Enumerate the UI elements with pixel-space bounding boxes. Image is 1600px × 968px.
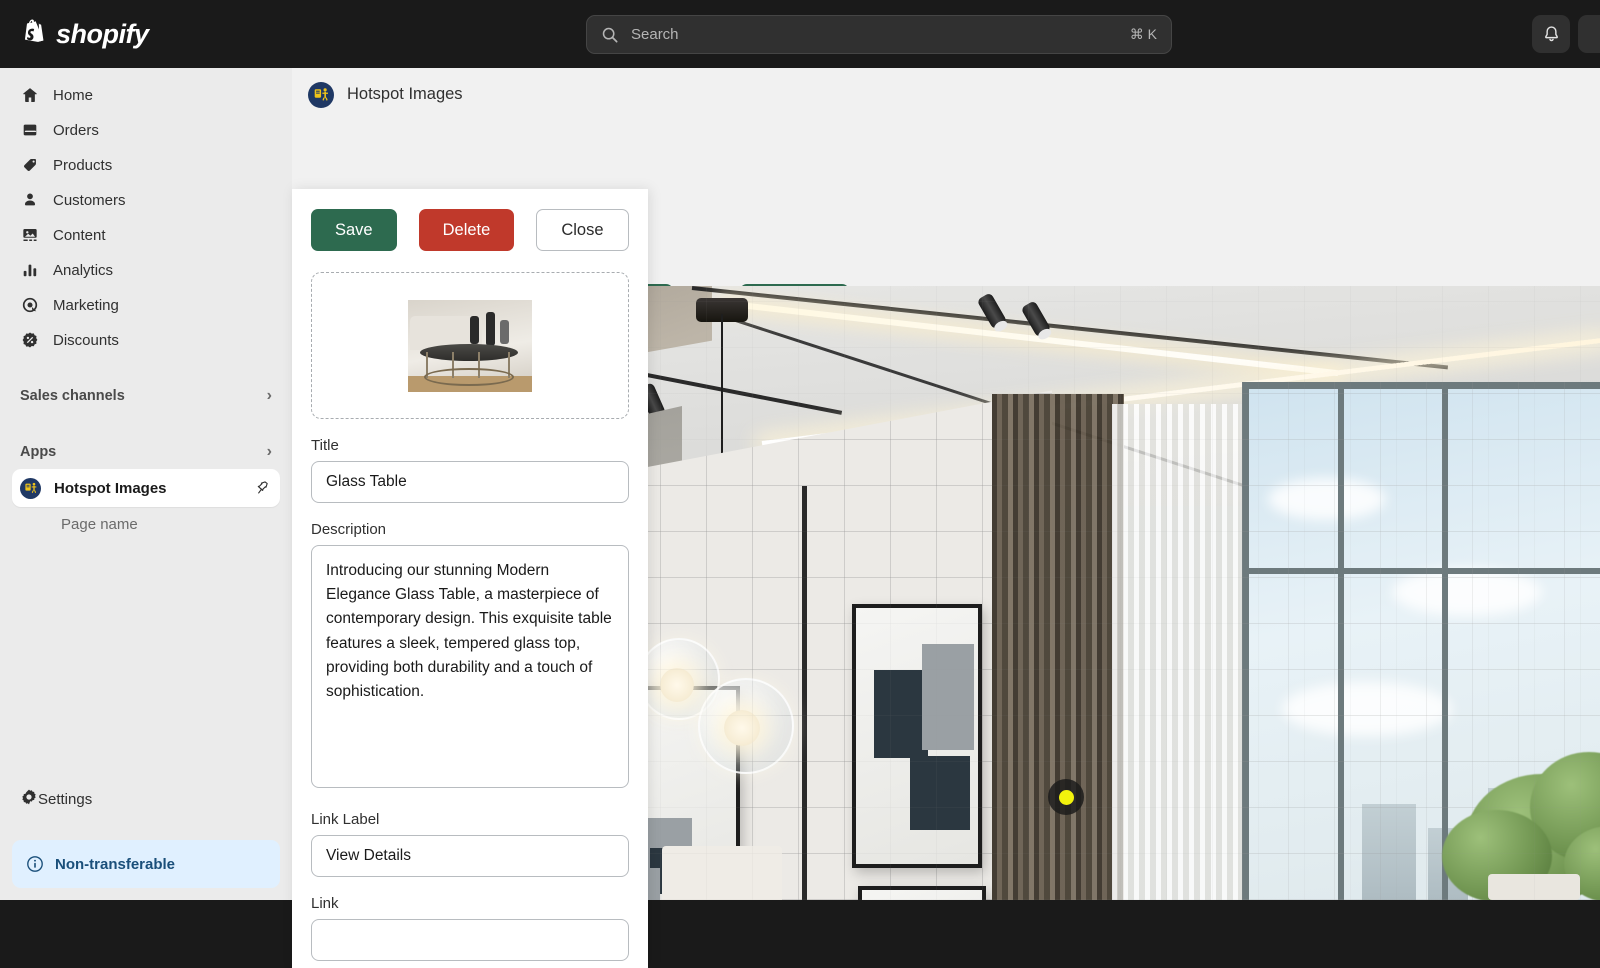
sidebar-item-label: Hotspot Images <box>54 479 167 497</box>
sidebar-item-analytics[interactable]: Analytics <box>12 253 280 287</box>
product-thumbnail <box>408 299 532 392</box>
bell-icon <box>1544 25 1558 41</box>
hotspot-edit-panel: Save Delete Close Title Description <box>292 189 648 968</box>
app-header: Hotspot Images <box>292 68 1600 121</box>
page-body: Home Orders Products Customers Content A… <box>0 68 1600 968</box>
link-field-label: Link <box>311 895 339 912</box>
sidebar-item-label: Discounts <box>53 331 119 349</box>
products-tag-icon <box>20 155 40 175</box>
link-label-field-label: Link Label <box>311 811 380 828</box>
image-dropzone[interactable] <box>311 272 629 419</box>
hotspot-images-app-icon <box>20 477 41 499</box>
orders-icon <box>20 120 40 140</box>
sidebar-item-home[interactable]: Home <box>12 78 280 112</box>
sidebar-section-label: Apps <box>20 444 57 460</box>
sidebar-section-apps[interactable]: Apps › <box>12 435 280 469</box>
home-icon <box>20 85 40 105</box>
sidebar-item-label: Home <box>53 86 94 104</box>
global-search-bar[interactable]: Search ⌘ K <box>586 15 1172 54</box>
sidebar-settings-label: Settings <box>38 790 93 808</box>
title-field-label: Title <box>311 437 339 454</box>
link-label-input[interactable] <box>311 835 629 877</box>
top-bar-actions <box>1532 0 1600 68</box>
chevron-right-icon: › <box>266 387 272 404</box>
pin-icon[interactable] <box>255 480 272 497</box>
sidebar-item-label: Products <box>53 156 113 174</box>
hotspot-images-app-icon <box>308 81 334 108</box>
info-icon <box>26 855 44 873</box>
shopify-wordmark: shopify <box>56 18 149 49</box>
sidebar-item-marketing[interactable]: Marketing <box>12 288 280 322</box>
close-button[interactable]: Close <box>536 209 629 251</box>
save-button[interactable]: Save <box>311 209 397 251</box>
customers-person-icon <box>20 190 40 210</box>
sidebar-subitem-page-name[interactable]: Page name <box>12 508 280 540</box>
panel-action-buttons: Save Delete Close <box>311 209 629 251</box>
marketing-target-icon <box>20 295 40 315</box>
sidebar-item-label: Customers <box>53 191 126 209</box>
chevron-right-icon: › <box>266 443 272 460</box>
discounts-badge-icon <box>20 330 40 350</box>
gear-icon <box>20 788 38 810</box>
search-icon <box>602 27 618 43</box>
link-input[interactable] <box>311 919 629 961</box>
notifications-button[interactable] <box>1532 15 1570 53</box>
user-avatar-button[interactable] <box>1578 15 1600 53</box>
sidebar-item-label: Marketing <box>53 296 119 314</box>
sidebar-item-discounts[interactable]: Discounts <box>12 323 280 357</box>
shopify-bag-icon <box>24 19 44 42</box>
analytics-bar-chart-icon <box>20 260 40 280</box>
sidebar-item-label: Content <box>53 226 106 244</box>
hotspot-marker-2[interactable] <box>1048 779 1084 815</box>
top-bar: shopify Search ⌘ K <box>0 0 1600 68</box>
sidebar-item-content[interactable]: Content <box>12 218 280 252</box>
sidebar-item-label: Orders <box>53 121 99 139</box>
shopify-logo[interactable]: shopify <box>20 19 149 50</box>
sidebar: Home Orders Products Customers Content A… <box>0 68 292 900</box>
search-shortcut-hint: ⌘ K <box>1129 26 1157 42</box>
sidebar-section-sales-channels[interactable]: Sales channels › <box>12 379 280 413</box>
sidebar-item-settings[interactable]: Settings <box>12 782 280 816</box>
search-placeholder: Search <box>631 26 679 43</box>
sidebar-section-label: Sales channels <box>20 388 125 404</box>
sidebar-item-orders[interactable]: Orders <box>12 113 280 147</box>
sidebar-item-hotspot-images[interactable]: Hotspot Images <box>12 469 280 507</box>
sidebar-subitem-label: Page name <box>61 515 138 533</box>
non-transferable-banner: Non-transferable <box>12 840 280 888</box>
description-textarea[interactable]: Introducing our stunning Modern Elegance… <box>311 545 629 788</box>
delete-button[interactable]: Delete <box>418 209 515 251</box>
sidebar-item-customers[interactable]: Customers <box>12 183 280 217</box>
sidebar-item-label: Analytics <box>53 261 114 279</box>
description-field-label: Description <box>311 521 387 538</box>
title-input[interactable] <box>311 461 629 503</box>
content-image-icon <box>20 225 40 245</box>
sidebar-item-products[interactable]: Products <box>12 148 280 182</box>
page-title: Hotspot Images <box>347 85 463 103</box>
banner-label: Non-transferable <box>55 855 176 873</box>
hotspot-dot <box>1058 789 1074 805</box>
